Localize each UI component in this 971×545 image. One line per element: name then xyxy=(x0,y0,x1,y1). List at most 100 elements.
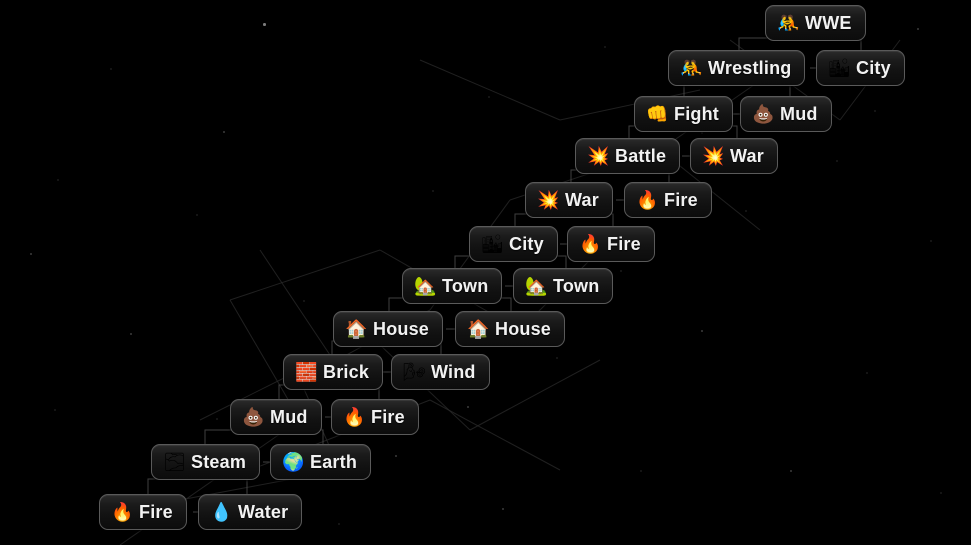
fog-icon: 🌫 xyxy=(163,452,186,472)
star xyxy=(110,68,112,70)
people-wrestling-icon: 🤼 xyxy=(777,13,800,33)
oncoming-fist-icon: 👊 xyxy=(646,104,669,124)
element-node-water[interactable]: 💧 Water xyxy=(198,494,303,530)
star xyxy=(866,372,868,374)
fire-icon: 🔥 xyxy=(111,502,134,522)
star xyxy=(874,110,876,112)
star xyxy=(640,470,642,472)
earth-globe-icon: 🌍 xyxy=(282,452,305,472)
element-node-label: House xyxy=(495,318,552,339)
star xyxy=(223,131,225,133)
star xyxy=(57,179,59,181)
element-node-label: Town xyxy=(442,275,489,296)
collision-icon: 💥 xyxy=(702,146,725,166)
element-node-label: WWE xyxy=(805,12,852,33)
star xyxy=(432,190,434,192)
star xyxy=(303,300,305,302)
star xyxy=(940,492,942,494)
wind-face-icon: 🌬 xyxy=(403,362,426,382)
element-node-steam[interactable]: 🌫 Steam xyxy=(151,444,261,480)
collision-icon: 💥 xyxy=(537,190,560,210)
element-node-wind[interactable]: 🌬 Wind xyxy=(391,354,490,390)
cityscape-icon: 🏙 xyxy=(481,234,504,254)
element-node-house[interactable]: 🏠 House xyxy=(455,311,566,347)
element-node-city[interactable]: 🏙 City xyxy=(816,50,905,86)
element-node-label: City xyxy=(509,233,544,254)
house-icon: 🏠 xyxy=(345,319,368,339)
element-node-label: Steam xyxy=(191,451,247,472)
star xyxy=(836,160,838,162)
star xyxy=(556,357,558,359)
element-node-label: Battle xyxy=(615,145,667,166)
element-node-label: Fire xyxy=(139,501,173,522)
star xyxy=(701,132,703,134)
star xyxy=(930,240,932,242)
element-node-war[interactable]: 💥 War xyxy=(690,138,778,174)
house-icon: 🏠 xyxy=(467,319,490,339)
element-node-fire[interactable]: 🔥 Fire xyxy=(624,182,712,218)
star xyxy=(620,270,622,272)
element-node-fire[interactable]: 🔥 Fire xyxy=(567,226,655,262)
element-node-war[interactable]: 💥 War xyxy=(525,182,613,218)
element-node-label: Mud xyxy=(780,103,818,124)
star xyxy=(917,28,919,30)
star xyxy=(54,409,56,411)
element-node-label: Town xyxy=(553,275,600,296)
element-node-label: Wind xyxy=(431,361,476,382)
pile-of-poo-icon: 💩 xyxy=(242,407,265,427)
house-with-garden-icon: 🏡 xyxy=(525,276,548,296)
element-node-earth[interactable]: 🌍 Earth xyxy=(270,444,372,480)
pile-of-poo-icon: 💩 xyxy=(752,104,775,124)
star xyxy=(604,46,606,48)
element-node-house[interactable]: 🏠 House xyxy=(333,311,444,347)
element-node-fire[interactable]: 🔥 Fire xyxy=(99,494,187,530)
star xyxy=(30,253,32,255)
element-node-fight[interactable]: 👊 Fight xyxy=(634,96,733,132)
element-node-wwe[interactable]: 🤼 WWE xyxy=(765,5,866,41)
element-node-label: Fight xyxy=(674,103,719,124)
star xyxy=(395,455,397,457)
element-node-label: Wrestling xyxy=(708,57,792,78)
element-node-battle[interactable]: 💥 Battle xyxy=(575,138,681,174)
star xyxy=(196,214,198,216)
element-node-label: War xyxy=(565,189,599,210)
element-node-brick[interactable]: 🧱 Brick xyxy=(283,354,384,390)
element-node-label: War xyxy=(730,145,764,166)
element-node-mud[interactable]: 💩 Mud xyxy=(740,96,832,132)
element-node-label: Mud xyxy=(270,406,308,427)
element-node-label: House xyxy=(373,318,430,339)
star xyxy=(130,333,132,335)
element-node-town[interactable]: 🏡 Town xyxy=(402,268,503,304)
star xyxy=(488,96,490,98)
fire-icon: 🔥 xyxy=(343,407,366,427)
fire-icon: 🔥 xyxy=(636,190,659,210)
element-node-town[interactable]: 🏡 Town xyxy=(513,268,614,304)
droplet-icon: 💧 xyxy=(210,502,233,522)
brick-icon: 🧱 xyxy=(295,362,318,382)
crafting-tree-canvas[interactable]: 🤼 WWE 🤼 Wrestling 🏙 City 👊 Fight 💩 Mud 💥 Battle 💥 War… xyxy=(0,0,971,545)
element-node-city[interactable]: 🏙 City xyxy=(469,226,558,262)
house-with-garden-icon: 🏡 xyxy=(414,276,437,296)
star xyxy=(216,418,218,420)
element-node-label: Earth xyxy=(310,451,358,472)
people-wrestling-icon: 🤼 xyxy=(680,58,703,78)
star xyxy=(790,470,792,472)
cityscape-icon: 🏙 xyxy=(828,58,851,78)
element-node-fire[interactable]: 🔥 Fire xyxy=(331,399,419,435)
star xyxy=(467,406,469,408)
element-node-mud[interactable]: 💩 Mud xyxy=(230,399,322,435)
star xyxy=(338,523,340,525)
star xyxy=(502,508,504,510)
element-node-label: Brick xyxy=(323,361,370,382)
element-node-label: Fire xyxy=(607,233,641,254)
element-node-label: Fire xyxy=(371,406,405,427)
star xyxy=(263,23,266,26)
element-node-label: Fire xyxy=(664,189,698,210)
element-node-label: City xyxy=(856,57,891,78)
element-node-label: Water xyxy=(238,501,289,522)
fire-icon: 🔥 xyxy=(579,234,602,254)
star xyxy=(745,210,747,212)
element-node-wrestling[interactable]: 🤼 Wrestling xyxy=(668,50,806,86)
star xyxy=(701,330,703,332)
collision-icon: 💥 xyxy=(587,146,610,166)
